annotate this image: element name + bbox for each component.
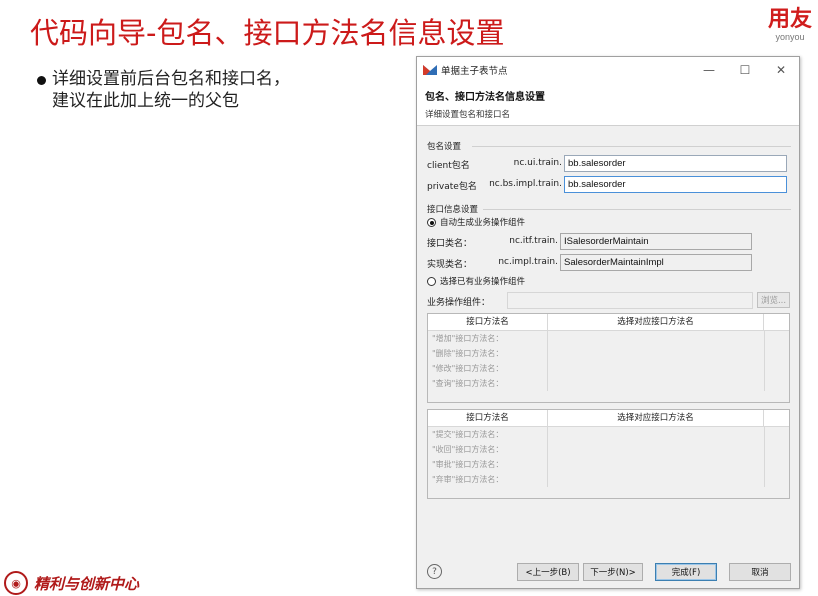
close-icon[interactable]: ✕ [763,57,799,82]
component-label: 业务操作组件： [427,298,491,308]
existing-component-radio-label: 选择已有业务操作组件 [440,277,526,287]
cancel-button[interactable]: 取消 [729,563,791,581]
brand-logo-main: 用友 [767,7,812,32]
method-table-2-col-select: 选择对应接口方法名 [548,410,764,426]
table-row[interactable]: "删除"接口方法名： [428,346,548,361]
footer-logo-text: 精利与创新中心 [34,574,140,593]
interface-class-input[interactable]: ISalesorderMaintain [560,233,752,250]
browse-button[interactable]: 浏览... [757,292,790,308]
finish-button[interactable]: 完成(F) [655,563,717,581]
impl-class-label: 实现类名： [427,260,473,270]
window-title: 单据主子表节点 [441,65,508,77]
component-input[interactable] [507,292,753,309]
table-row[interactable]: "查询"接口方法名： [428,376,548,391]
wizard-content: 包名设置 client包名 nc.ui.train. bb.salesorder… [417,126,799,566]
brand-logo: 用友 yonyou [767,7,812,43]
method-table-1: 接口方法名 选择对应接口方法名 "增加"接口方法名： "删除"接口方法名： "修… [427,313,790,403]
bullet-line-2: 建议在此加上统一的父包 [52,91,239,111]
banner-title: 包名、接口方法名信息设置 [425,92,545,103]
title-bar[interactable]: 单据主子表节点 — ☐ ✕ [417,57,799,82]
package-group-label: 包名设置 [427,142,462,152]
table-row[interactable]: "修改"接口方法名： [428,361,548,376]
private-package-label: private包名 [427,182,477,192]
minimize-icon[interactable]: — [691,57,727,82]
table-row[interactable]: "审批"接口方法名： [428,457,548,472]
interface-group-label: 接口信息设置 [427,205,479,215]
private-package-prefix: nc.bs.impl.train. [489,179,562,189]
table-column-divider [764,331,765,391]
client-package-prefix: nc.ui.train. [513,158,562,168]
impl-class-input[interactable]: SalesorderMaintainImpl [560,254,752,271]
button-bar: ? <上一步(B) 下一步(N)> 完成(F) 取消 [417,557,799,588]
client-package-input[interactable]: bb.salesorder [564,155,787,172]
app-icon [423,64,437,75]
auto-generate-radio[interactable] [427,218,436,227]
existing-component-radio[interactable] [427,277,436,286]
interface-group-divider [483,209,791,210]
method-table-2-header: 接口方法名 选择对应接口方法名 [428,410,789,427]
wizard-banner: 包名、接口方法名信息设置 详细设置包名和接口名 [417,82,799,126]
table-row[interactable]: "收回"接口方法名： [428,442,548,457]
maximize-icon[interactable]: ☐ [727,57,763,82]
bullet-line-1: 详细设置前后台包名和接口名， [52,69,290,89]
slide-title: 代码向导-包名、接口方法名信息设置 [30,16,505,50]
back-button[interactable]: <上一步(B) [517,563,579,581]
method-table-1-col-select: 选择对应接口方法名 [548,314,764,330]
method-table-1-col-method: 接口方法名 [428,314,548,330]
impl-class-prefix: nc.impl.train. [498,257,558,267]
next-button[interactable]: 下一步(N)> [583,563,643,581]
help-icon[interactable]: ? [427,564,442,579]
wizard-dialog: 单据主子表节点 — ☐ ✕ 包名、接口方法名信息设置 详细设置包名和接口名 包名… [416,56,800,589]
brand-logo-sub: yonyou [775,32,805,42]
client-package-label: client包名 [427,161,470,171]
banner-description: 详细设置包名和接口名 [425,110,511,120]
table-row[interactable]: "提交"接口方法名： [428,427,548,442]
table-column-divider [764,427,765,487]
package-group-divider [472,146,791,147]
method-table-2-col-method: 接口方法名 [428,410,548,426]
interface-class-label: 接口类名： [427,239,473,249]
table-row[interactable]: "增加"接口方法名： [428,331,548,346]
bullet-point: 详细设置前后台包名和接口名， 建议在此加上统一的父包 [37,68,382,112]
method-table-1-header: 接口方法名 选择对应接口方法名 [428,314,789,331]
method-table-2: 接口方法名 选择对应接口方法名 "提交"接口方法名： "收回"接口方法名： "审… [427,409,790,499]
bullet-dot-icon [37,76,46,85]
interface-class-prefix: nc.itf.train. [509,236,558,246]
seal-icon: ◉ [4,571,28,595]
private-package-input[interactable]: bb.salesorder [564,176,787,193]
auto-generate-radio-label: 自动生成业务操作组件 [440,218,526,228]
footer-logo: ◉ 精利与创新中心 [0,570,139,596]
table-row[interactable]: "弃审"接口方法名： [428,472,548,487]
